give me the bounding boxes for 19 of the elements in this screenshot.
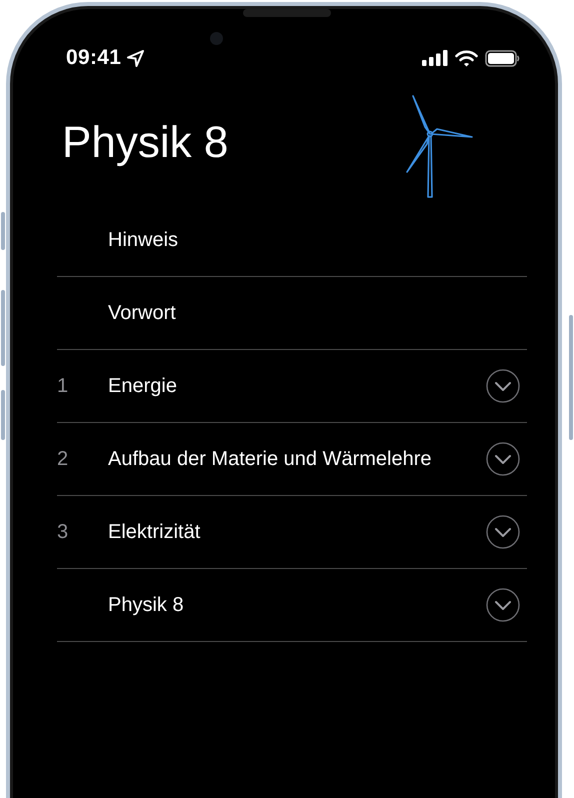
chapter-label[interactable]: Physik 8 [108, 594, 184, 616]
signal-icon [422, 50, 448, 66]
chapter-number: 1 [57, 374, 68, 396]
wifi-icon [455, 50, 478, 66]
chapter-label[interactable]: Vorwort [108, 302, 176, 324]
location-icon [127, 50, 144, 66]
chevron-button[interactable] [486, 515, 520, 549]
book-title: Physik 8 [62, 118, 228, 168]
chapter-number: 2 [57, 448, 68, 470]
chevron-button[interactable] [486, 369, 520, 403]
chevron-button[interactable] [486, 588, 520, 622]
chapter-number: 3 [57, 520, 68, 542]
battery-icon [485, 50, 520, 66]
chapter-label[interactable]: Energie [108, 374, 177, 396]
chapter-label[interactable]: Elektrizität [108, 520, 200, 542]
chapter-label[interactable]: Aufbau der Materie und Wärmelehre [108, 448, 432, 470]
status-time: 09:41 [66, 46, 122, 70]
chapter-label[interactable]: Hinweis [108, 228, 178, 250]
chevron-button[interactable] [486, 442, 520, 476]
